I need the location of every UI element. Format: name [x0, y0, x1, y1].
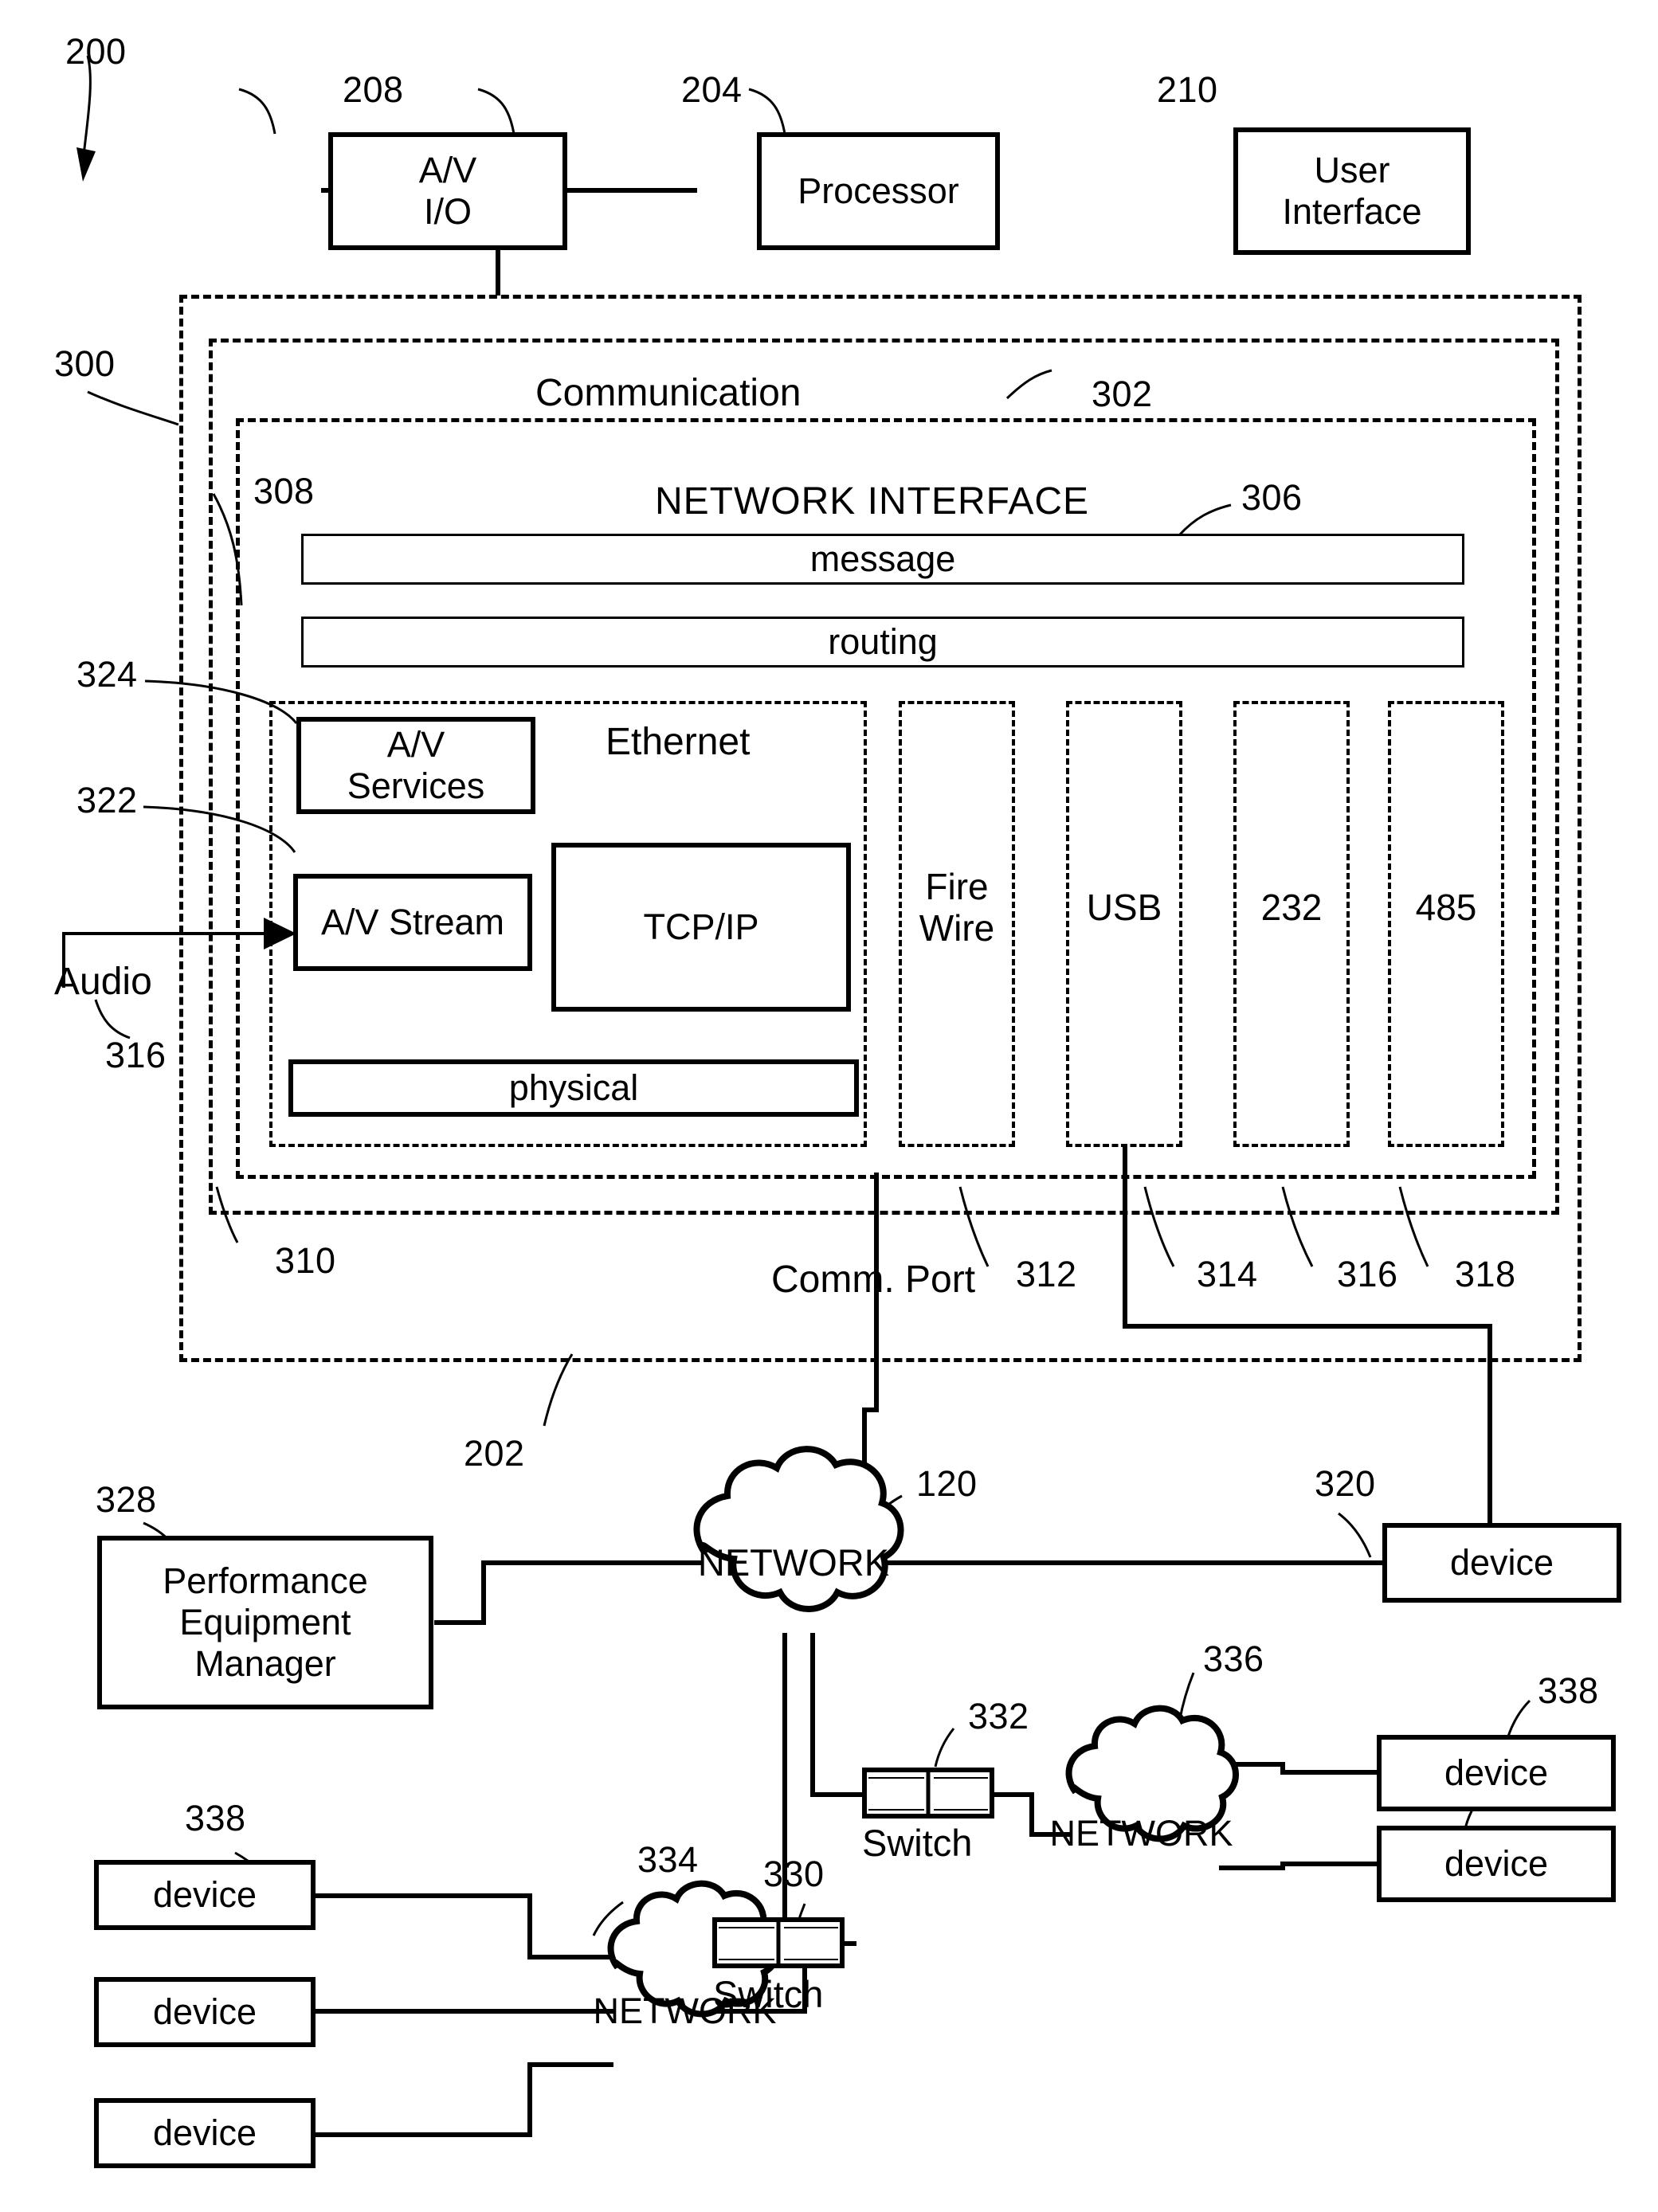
ref-314: 314 [1197, 1254, 1258, 1294]
box-physical: physical [288, 1059, 859, 1117]
ref-324: 324 [76, 654, 138, 695]
figure-arrow-head [76, 147, 96, 182]
ref-306: 306 [1241, 477, 1303, 518]
ref-322: 322 [76, 780, 138, 820]
ref-316: 316 [1337, 1254, 1398, 1294]
box-av-io-label: A/V I/O [418, 150, 477, 232]
bar-routing-label: routing [828, 621, 938, 663]
line-network334-device-top [315, 1893, 613, 1959]
box-user-interface-label: User Interface [1282, 150, 1422, 232]
column-usb-label: USB [1086, 887, 1162, 929]
patent-figure-canvas: 200 A/V I/O 208 Processor 204 User Inter… [0, 0, 1658, 2212]
box-av-stream: A/V Stream [293, 874, 532, 971]
leader-332 [934, 1728, 955, 1768]
line-network336-device-bottom [1219, 1862, 1377, 1870]
device-left-mid-label: device [152, 1991, 257, 2033]
bar-message-label: message [809, 538, 956, 580]
network-336-label: NETWORK [1049, 1812, 1233, 1854]
leader-202 [543, 1353, 574, 1427]
ref-318: 318 [1455, 1254, 1516, 1294]
ref-332: 332 [968, 1696, 1029, 1736]
ref-202: 202 [464, 1433, 525, 1474]
switch-icon-332 [862, 1768, 994, 1819]
ref-312: 312 [1016, 1254, 1077, 1294]
box-av-services: A/V Services [296, 717, 535, 814]
ethernet-label: Ethernet [606, 721, 751, 763]
box-av-io: A/V I/O [328, 132, 567, 250]
bar-message: message [301, 534, 1464, 585]
ref-120: 120 [916, 1463, 978, 1504]
device-left-bottom-label: device [152, 2112, 257, 2154]
device-338-right-top-label: device [1444, 1752, 1549, 1794]
ref-210: 210 [1157, 69, 1218, 110]
leader-204 [477, 88, 515, 135]
ref-338-left: 338 [185, 1798, 246, 1838]
ref-204: 204 [681, 69, 743, 110]
line-network334-device-bottom [315, 2062, 613, 2137]
leader-320 [1338, 1512, 1372, 1558]
column-232-label: 232 [1260, 887, 1323, 929]
box-av-stream-label: A/V Stream [320, 902, 505, 943]
communication-label: Communication [535, 372, 802, 414]
line-network120-switch330 [782, 1633, 856, 1946]
box-tcpip-label: TCP/IP [643, 906, 759, 948]
ref-310: 310 [275, 1240, 336, 1281]
ref-300: 300 [54, 343, 116, 384]
box-av-services-label: A/V Services [347, 724, 485, 806]
switch-332-label: Switch [862, 1822, 973, 1864]
box-device-338-left-top: device [94, 1860, 316, 1930]
box-device-320: device [1382, 1523, 1621, 1603]
ref-208: 208 [343, 69, 404, 110]
ref-316-audio: 316 [105, 1035, 167, 1075]
box-processor-label: Processor [798, 170, 959, 212]
leader-300 [87, 390, 179, 426]
figure-ref-200: 200 [65, 31, 127, 72]
ref-330: 330 [763, 1854, 825, 1894]
line-network336-device-top [1219, 1762, 1377, 1775]
ref-338-right: 338 [1538, 1670, 1599, 1711]
line-network120-switch332 [810, 1633, 864, 1797]
box-device-left-mid: device [94, 1977, 316, 2047]
ref-302: 302 [1092, 374, 1153, 414]
switch-icon-330 [712, 1917, 845, 1968]
box-performance-equipment-manager: Performance Equipment Manager [97, 1536, 433, 1709]
box-physical-label: physical [508, 1067, 639, 1109]
network-interface-label: NETWORK INTERFACE [655, 480, 1090, 523]
device-338-right-bottom-label: device [1444, 1843, 1549, 1885]
ref-334: 334 [637, 1839, 699, 1880]
comm-port-label: Comm. Port [771, 1259, 976, 1301]
line-pem-to-network120 [434, 1560, 701, 1625]
ref-328: 328 [96, 1479, 157, 1520]
device-338-left-top-label: device [152, 1874, 257, 1916]
network-120-label: NETWORK [697, 1541, 890, 1584]
leader-316-audio [94, 999, 131, 1039]
leader-210 [748, 88, 786, 135]
box-tcpip: TCP/IP [551, 843, 851, 1012]
network-334-label: NETWORK [593, 1990, 777, 2031]
box-user-interface: User Interface [1233, 127, 1471, 255]
device-320-label: device [1449, 1542, 1554, 1584]
pem-label: Performance Equipment Manager [163, 1560, 368, 1684]
cloud-shapes [607, 1446, 1239, 2018]
column-485-label: 485 [1415, 887, 1477, 929]
column-firewire-label: Fire Wire [919, 866, 995, 949]
ref-308: 308 [253, 471, 315, 511]
box-device-338-right-bottom: device [1377, 1826, 1616, 1902]
leader-208 [238, 88, 276, 135]
ref-336: 336 [1203, 1638, 1264, 1679]
box-device-338-right-top: device [1377, 1735, 1616, 1811]
box-processor: Processor [757, 132, 1000, 250]
ref-320: 320 [1315, 1463, 1376, 1504]
audio-input-label: Audio [54, 961, 152, 1003]
box-device-left-bottom: device [94, 2098, 316, 2168]
bar-routing: routing [301, 617, 1464, 668]
